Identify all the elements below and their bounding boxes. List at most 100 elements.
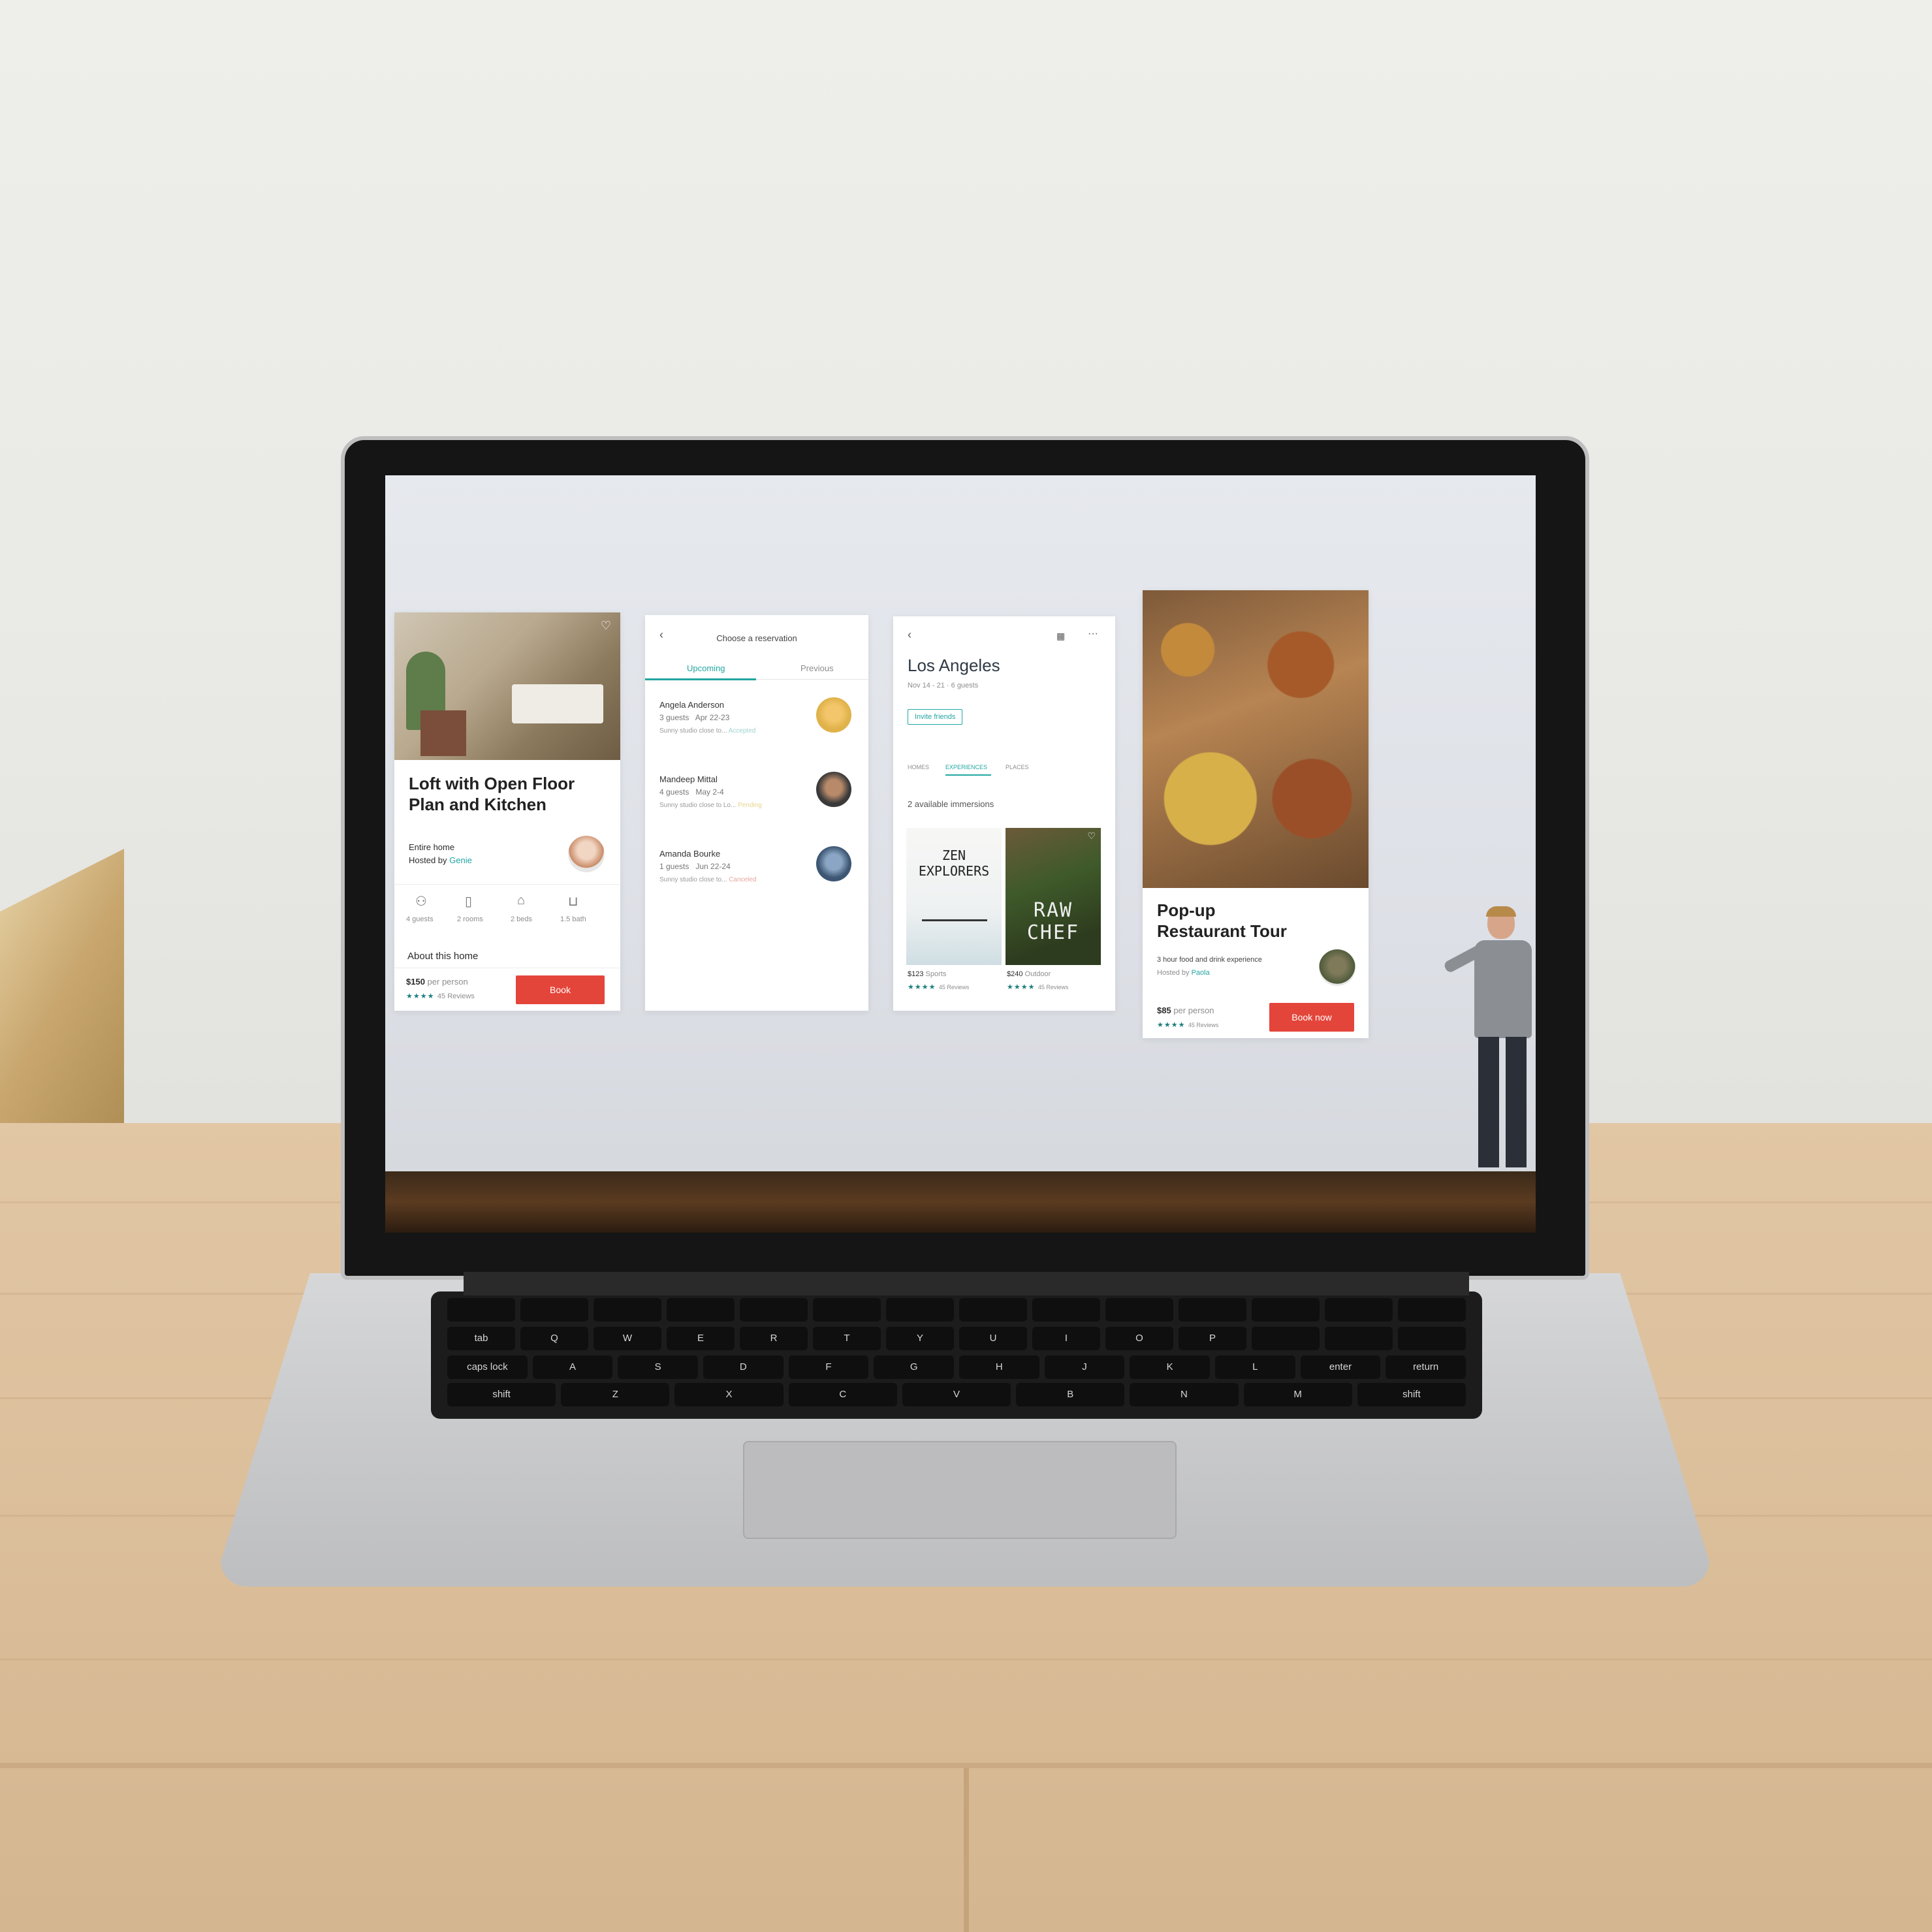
- key[interactable]: X: [674, 1383, 784, 1406]
- key[interactable]: B: [1016, 1383, 1125, 1406]
- reservation-status: Pending: [738, 802, 762, 809]
- key[interactable]: N: [1130, 1383, 1239, 1406]
- tour-card[interactable]: Pop-up Restaurant Tour 3 hour food and d…: [1143, 590, 1369, 1038]
- key[interactable]: J: [1044, 1355, 1125, 1379]
- key[interactable]: K: [1130, 1355, 1210, 1379]
- key[interactable]: [886, 1298, 954, 1322]
- experience-art-title: ZEN EXPLORERS: [918, 847, 990, 879]
- heart-icon[interactable]: ♡: [601, 619, 611, 633]
- key[interactable]: [1032, 1298, 1100, 1322]
- key[interactable]: [1325, 1298, 1393, 1322]
- tab-homes[interactable]: HOMES: [908, 764, 929, 770]
- reservation-desc: Sunny studio close to Lo... Pending: [659, 802, 762, 809]
- tab-places[interactable]: PLACES: [1006, 764, 1029, 770]
- key[interactable]: [1252, 1327, 1320, 1350]
- host-link[interactable]: Paola: [1192, 969, 1210, 977]
- reservation-status: Accepted: [728, 727, 756, 735]
- tab-previous[interactable]: Previous: [800, 663, 834, 673]
- tour-price: $85 per person: [1157, 1006, 1214, 1015]
- invite-friends-button[interactable]: Invite friends: [908, 709, 963, 725]
- key[interactable]: S: [618, 1355, 698, 1379]
- key[interactable]: [1252, 1298, 1320, 1322]
- gift-icon[interactable]: ▦: [1056, 631, 1065, 642]
- key[interactable]: shift: [1357, 1383, 1466, 1406]
- back-arrow-icon[interactable]: ‹: [908, 628, 911, 642]
- key[interactable]: tab: [447, 1327, 515, 1350]
- price-value: $240: [1007, 970, 1023, 978]
- key[interactable]: [1398, 1298, 1466, 1322]
- trip-card[interactable]: ‹ ▦ ··· Los Angeles Nov 14 - 21 · 6 gues…: [893, 616, 1115, 1011]
- key[interactable]: C: [788, 1383, 897, 1406]
- key[interactable]: H: [959, 1355, 1039, 1379]
- reservations-header: Choose a reservation: [716, 633, 797, 643]
- host-avatar[interactable]: [568, 836, 605, 872]
- key[interactable]: F: [788, 1355, 869, 1379]
- reservation-desc-text: Sunny studio close to...: [659, 876, 727, 883]
- key[interactable]: [1325, 1327, 1393, 1350]
- listing-card[interactable]: ♡ Loft with Open Floor Plan and Kitchen …: [394, 612, 620, 1011]
- key[interactable]: D: [703, 1355, 784, 1379]
- guest-avatar[interactable]: [816, 772, 851, 807]
- key[interactable]: I: [1032, 1327, 1100, 1350]
- trackpad[interactable]: [743, 1441, 1177, 1539]
- guest-avatar[interactable]: [816, 846, 851, 881]
- key[interactable]: [813, 1298, 881, 1322]
- key[interactable]: R: [740, 1327, 808, 1350]
- host-avatar[interactable]: [1319, 949, 1355, 986]
- key[interactable]: enter: [1300, 1355, 1381, 1379]
- guest-avatar[interactable]: [816, 697, 851, 733]
- tab-upcoming[interactable]: Upcoming: [687, 663, 725, 673]
- experience-card-zen[interactable]: ZEN EXPLORERS: [906, 828, 1002, 965]
- key[interactable]: Y: [886, 1327, 954, 1350]
- key[interactable]: shift: [447, 1383, 556, 1406]
- hosted-by-label: Hosted by: [409, 855, 447, 865]
- book-button[interactable]: Book: [516, 975, 605, 1004]
- key[interactable]: [740, 1298, 808, 1322]
- laptop-screen[interactable]: ♡ Loft with Open Floor Plan and Kitchen …: [385, 475, 1536, 1233]
- key[interactable]: T: [813, 1327, 881, 1350]
- key[interactable]: O: [1105, 1327, 1173, 1350]
- listing-rating: ★★★★ 45 Reviews: [406, 990, 475, 1002]
- key[interactable]: Q: [520, 1327, 588, 1350]
- key[interactable]: Z: [561, 1383, 670, 1406]
- laptop-hinge: [464, 1272, 1469, 1295]
- reservations-card[interactable]: ‹ Choose a reservation Upcoming Previous…: [645, 615, 868, 1011]
- key[interactable]: M: [1243, 1383, 1352, 1406]
- door-icon: ▯: [465, 895, 473, 909]
- keyboard[interactable]: tab Q W E R T Y U I O Pcaps lock A S D F G H J K Lenter retu…: [431, 1291, 1482, 1419]
- key[interactable]: G: [874, 1355, 954, 1379]
- key[interactable]: [520, 1298, 588, 1322]
- key[interactable]: P: [1179, 1327, 1246, 1350]
- review-count: 45 Reviews: [1037, 984, 1069, 990]
- book-now-button[interactable]: Book now: [1269, 1003, 1354, 1032]
- key[interactable]: return: [1386, 1355, 1466, 1379]
- key[interactable]: [667, 1298, 735, 1322]
- reservation-row[interactable]: Angela Anderson 3 guests Apr 22-23 Sunny s…: [645, 697, 868, 765]
- price-value: $123: [908, 970, 924, 978]
- reservation-status: Canceled: [729, 876, 757, 883]
- more-icon[interactable]: ···: [1088, 628, 1098, 640]
- key[interactable]: [959, 1298, 1027, 1322]
- key[interactable]: [1105, 1298, 1173, 1322]
- tab-experiences[interactable]: EXPERIENCES: [945, 764, 987, 770]
- reservation-row[interactable]: Mandeep Mittal 4 guests May 2-4 Sunny stud…: [645, 772, 868, 840]
- key[interactable]: [447, 1298, 515, 1322]
- experience-rating-raw: ★★★★ 45 Reviews: [1007, 983, 1069, 991]
- key[interactable]: [594, 1298, 661, 1322]
- heart-icon[interactable]: ♡: [1087, 831, 1096, 842]
- key[interactable]: E: [667, 1327, 735, 1350]
- guests-icon: ⚇: [415, 895, 427, 909]
- reservation-row[interactable]: Amanda Bourke 1 guests Jun 22-24 Sunny stu…: [645, 846, 868, 914]
- amenity-rooms: 2 rooms: [457, 915, 483, 923]
- key[interactable]: L: [1215, 1355, 1295, 1379]
- key[interactable]: U: [959, 1327, 1027, 1350]
- desk-split: [964, 1768, 969, 1932]
- key[interactable]: V: [902, 1383, 1011, 1406]
- key[interactable]: [1179, 1298, 1246, 1322]
- experience-card-raw[interactable]: ♡ RAW CHEF: [1006, 828, 1101, 965]
- key[interactable]: caps lock: [447, 1355, 528, 1379]
- host-link[interactable]: Genie: [449, 855, 472, 865]
- key[interactable]: W: [594, 1327, 661, 1350]
- key[interactable]: [1398, 1327, 1466, 1350]
- key[interactable]: A: [532, 1355, 613, 1379]
